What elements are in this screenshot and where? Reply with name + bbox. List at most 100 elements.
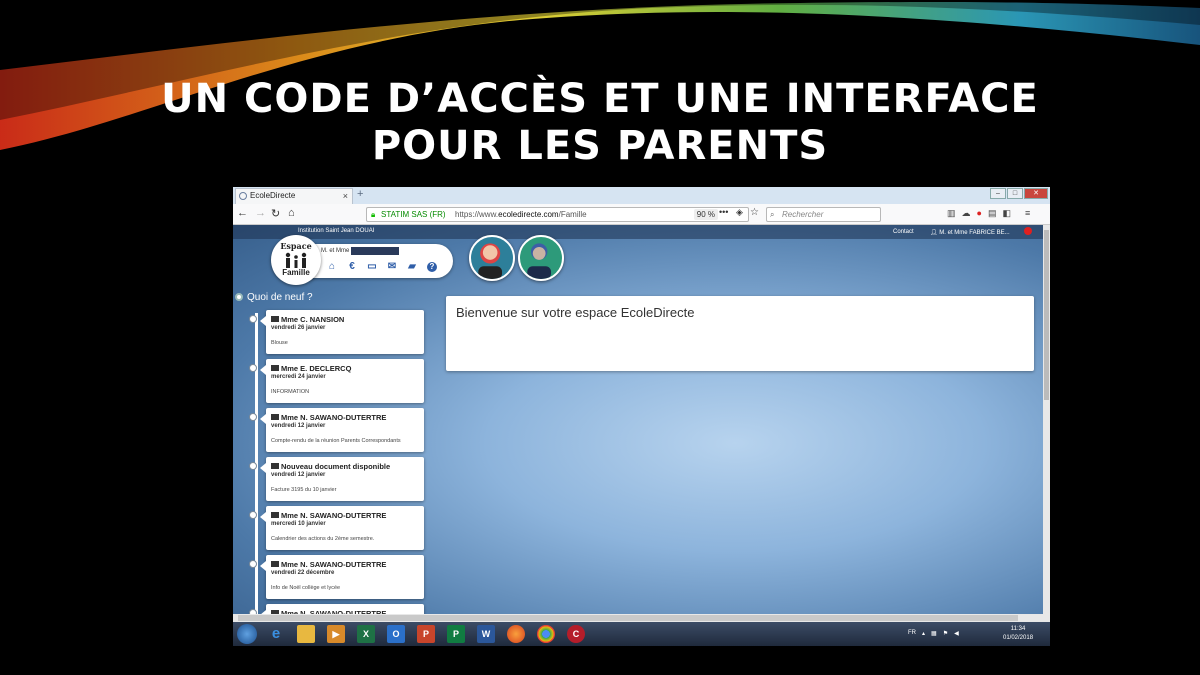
extension-icon[interactable]: ◧ bbox=[1002, 208, 1011, 219]
publisher-icon[interactable]: P bbox=[447, 625, 465, 643]
timeline-dot-icon bbox=[249, 462, 257, 470]
flag-icon[interactable]: ⚑ bbox=[943, 630, 948, 637]
timeline-dot-icon bbox=[249, 413, 257, 421]
news-item[interactable]: Mme N. SAWANO-DUTERTRE vendredi 22 décemb… bbox=[249, 555, 424, 599]
envelope-icon bbox=[271, 414, 279, 420]
clock-time: 11:34 bbox=[1010, 626, 1026, 632]
close-tab-icon[interactable]: × bbox=[343, 189, 348, 203]
news-item[interactable]: Mme N. SAWANO-DUTERTRE mercredi 10 janvie… bbox=[249, 506, 424, 550]
news-item[interactable]: Mme N. SAWANO-DUTERTRE vendredi 12 janvie… bbox=[249, 408, 424, 452]
ie-icon[interactable]: e bbox=[267, 625, 285, 643]
welcome-panel: Bienvenue sur votre espace EcoleDirecte bbox=[446, 296, 1034, 371]
zoom-indicator[interactable]: 90 % bbox=[693, 209, 718, 220]
news-author: Mme C. NANSION bbox=[271, 315, 344, 324]
maximize-button[interactable]: □ bbox=[1007, 188, 1023, 199]
explorer-icon[interactable] bbox=[297, 625, 315, 643]
folder-icon[interactable]: ▰ bbox=[405, 260, 419, 273]
horizontal-scrollbar[interactable] bbox=[233, 614, 1043, 622]
scroll-thumb[interactable] bbox=[1044, 230, 1049, 400]
home-menu-icon[interactable]: ⌂ bbox=[325, 260, 339, 273]
home-icon[interactable]: ⌂ bbox=[288, 207, 295, 219]
news-author-text: Mme N. SAWANO-DUTERTRE bbox=[281, 511, 387, 520]
pointer-arrow bbox=[260, 463, 266, 473]
ccleaner-icon[interactable]: C bbox=[567, 625, 585, 643]
menu-icon[interactable]: ≡ bbox=[1025, 208, 1030, 219]
word-icon[interactable]: W bbox=[477, 625, 495, 643]
envelope-icon[interactable]: ✉ bbox=[385, 260, 399, 273]
tab-title: EcoleDirecte bbox=[250, 191, 296, 200]
logo-text-bottom: Famille bbox=[282, 268, 310, 277]
url-bar[interactable]: 🔒︎ STATIM SAS (FR) https://www.ecoledire… bbox=[366, 207, 749, 222]
news-item[interactable]: Nouveau document disponible vendredi 12 j… bbox=[249, 457, 424, 501]
user-name: M. et Mme FABRICE BE... bbox=[939, 230, 1010, 236]
news-date: vendredi 26 janvier bbox=[271, 325, 326, 331]
child-avatar-2[interactable] bbox=[518, 235, 564, 281]
adblock-icon[interactable]: ● bbox=[977, 208, 982, 219]
news-author: Mme N. SAWANO-DUTERTRE bbox=[271, 560, 386, 569]
network-icon[interactable]: ▦ bbox=[931, 630, 937, 637]
pointer-arrow bbox=[260, 414, 266, 424]
minimize-button[interactable]: – bbox=[990, 188, 1006, 199]
vertical-scrollbar[interactable] bbox=[1043, 225, 1050, 622]
bookmark-star-icon[interactable]: ☆ bbox=[750, 207, 759, 218]
forward-icon[interactable]: → bbox=[255, 207, 266, 219]
browser-screenshot: EcoleDirecte × + – □ ✕ ← → ↻ ⌂ 🔒︎ STATIM… bbox=[233, 187, 1050, 646]
news-author: Mme N. SAWANO-DUTERTRE bbox=[271, 413, 386, 422]
excel-icon[interactable]: X bbox=[357, 625, 375, 643]
slide: UN CODE D’ACCÈS ET UNE INTERFACE POUR LE… bbox=[0, 0, 1200, 675]
tab-bar: EcoleDirecte × + – □ ✕ bbox=[233, 187, 1050, 204]
library-icon[interactable]: ▥ bbox=[947, 208, 956, 219]
site-icon bbox=[239, 192, 247, 200]
news-text: Info de Noël collège et lycée bbox=[271, 585, 341, 591]
news-date: vendredi 12 janvier bbox=[271, 472, 326, 478]
timeline-dot-icon bbox=[249, 511, 257, 519]
news-author-text: Mme N. SAWANO-DUTERTRE bbox=[281, 413, 387, 422]
clock[interactable]: 11:34 01/02/2018 bbox=[1003, 625, 1033, 643]
powerpoint-icon[interactable]: P bbox=[417, 625, 435, 643]
toolbar-icons: ▥ ☁ ● ▤ ◧ ≡ bbox=[947, 208, 1030, 219]
news-author: Nouveau document disponible bbox=[271, 462, 390, 471]
reader-icon[interactable]: ▤ bbox=[988, 208, 997, 219]
start-button[interactable] bbox=[237, 624, 257, 644]
reload-icon[interactable]: ↻ bbox=[271, 207, 280, 220]
news-text: INFORMATION bbox=[271, 389, 310, 395]
tray-arrow-icon[interactable]: ▴ bbox=[922, 630, 925, 637]
news-item[interactable]: Mme E. DECLERCQ mercredi 24 janvier INFORM… bbox=[249, 359, 424, 403]
close-window-button[interactable]: ✕ bbox=[1024, 188, 1048, 199]
child-avatar-1[interactable] bbox=[469, 235, 515, 281]
language-indicator[interactable]: FR bbox=[908, 630, 916, 637]
slide-title-line-2: POUR LES PARENTS bbox=[371, 123, 829, 169]
chrome-icon[interactable] bbox=[537, 625, 555, 643]
help-icon[interactable]: ? bbox=[425, 260, 439, 273]
espace-famille-logo[interactable]: Espace Famille bbox=[271, 235, 321, 285]
euro-icon[interactable]: € bbox=[345, 260, 359, 273]
news-author-text: Mme N. SAWANO-DUTERTRE bbox=[281, 560, 387, 569]
search-input[interactable]: ⌕ Rechercher bbox=[766, 207, 881, 222]
cloud-icon[interactable]: ☁ bbox=[962, 208, 971, 219]
window-controls: – □ ✕ bbox=[990, 188, 1048, 200]
search-placeholder: Rechercher bbox=[782, 210, 824, 219]
news-item[interactable]: Mme C. NANSION vendredi 26 janvier Blouse bbox=[249, 310, 424, 354]
credit-card-icon[interactable]: ▭ bbox=[365, 260, 379, 273]
volume-icon[interactable]: ◀ bbox=[954, 630, 959, 637]
logout-icon[interactable] bbox=[1024, 227, 1032, 235]
boy-avatar-icon bbox=[527, 243, 552, 279]
scroll-thumb-h[interactable] bbox=[238, 615, 1018, 621]
news-author-text: Mme E. DECLERCQ bbox=[281, 364, 352, 373]
url-prefix: https://www. bbox=[455, 210, 499, 219]
pointer-arrow bbox=[260, 512, 266, 522]
news-date: vendredi 22 décembre bbox=[271, 570, 335, 576]
firefox-icon[interactable] bbox=[507, 625, 525, 643]
user-menu[interactable]: 👤︎ M. et Mme FABRICE BE... bbox=[930, 229, 1010, 236]
tab-ecoledirecte[interactable]: EcoleDirecte × bbox=[235, 188, 353, 204]
new-tab-button[interactable]: + bbox=[357, 188, 363, 200]
pocket-icon[interactable]: ◈ bbox=[736, 207, 743, 218]
envelope-icon bbox=[271, 365, 279, 371]
media-player-icon[interactable]: ▶ bbox=[327, 625, 345, 643]
contact-link[interactable]: Contact bbox=[893, 229, 914, 235]
outlook-icon[interactable]: O bbox=[387, 625, 405, 643]
lock-icon: 🔒︎ bbox=[371, 210, 376, 219]
back-icon[interactable]: ← bbox=[237, 207, 248, 219]
page-actions-icon[interactable]: ••• bbox=[719, 207, 728, 217]
top-bar: Institution Saint Jean DOUAI Contact 👤︎ … bbox=[233, 225, 1043, 239]
